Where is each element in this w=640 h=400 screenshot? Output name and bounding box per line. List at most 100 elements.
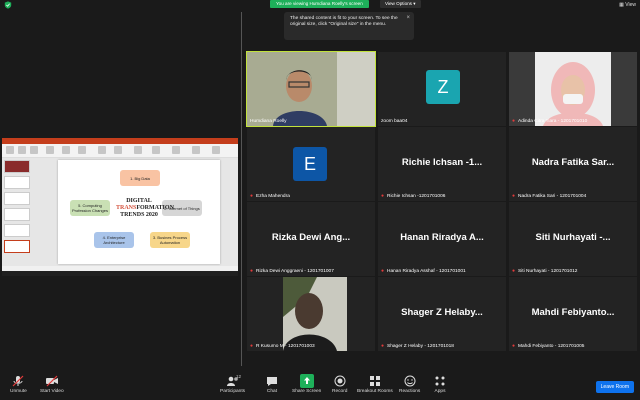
avatar: E: [293, 147, 327, 181]
chat-button[interactable]: Chat: [265, 374, 279, 394]
mic-muted-icon: ●: [512, 193, 516, 199]
apps-icon: [435, 376, 445, 386]
unmute-label: Unmute: [10, 389, 27, 394]
participant-tile[interactable]: Siti Nurhayati -... ● Siti Nurhayati - 12…: [509, 202, 637, 276]
start-video-button[interactable]: Start Video: [40, 374, 64, 394]
participant-display-name: Siti Nurhayati -...: [535, 232, 611, 243]
participant-display-name: Shager Z Helaby...: [401, 307, 483, 318]
mic-muted-icon: ●: [512, 118, 516, 124]
participant-tile[interactable]: Nadra Fatika Sar... ● Nadra Fatika Sari -…: [509, 127, 637, 201]
slide-node-5: 5. Computing Profession Changes: [70, 200, 110, 216]
ppt-workspace: 1. Big Data 2. Internet of Things 3. Bus…: [2, 158, 238, 266]
panel-divider[interactable]: [241, 12, 242, 366]
reactions-button[interactable]: Reactions: [399, 374, 420, 394]
start-video-label: Start Video: [40, 389, 64, 394]
participant-name: Humdiana Roelly: [250, 119, 287, 124]
video-feed: [247, 52, 375, 126]
participant-display-name: Mahdi Febiyanto...: [531, 307, 615, 318]
participant-display-name: Nadra Fatika Sar...: [531, 157, 615, 168]
share-screen-label: Share Screen: [292, 389, 322, 394]
shared-screen-panel[interactable]: 1. Big Data 2. Internet of Things 3. Bus…: [0, 10, 240, 368]
participant-display-name: Rizka Dewi Ang...: [271, 232, 351, 243]
meeting-toolbar: Unmute Start Video 12 Participants Chat: [0, 372, 640, 400]
mic-muted-icon: ●: [381, 193, 385, 199]
share-screen-icon: [299, 374, 314, 388]
slide-title-accent2: FORMATION: [136, 205, 174, 211]
slide-title-line1: DIGITAL: [126, 198, 152, 204]
video-feed: [247, 277, 375, 351]
record-icon: [334, 375, 346, 387]
participant-tile[interactable]: Z zoom baa04: [378, 52, 506, 126]
video-camera-off-icon: [45, 375, 58, 387]
slide-node-1: 1. Big Data: [120, 170, 160, 186]
slide-thumbnails: [4, 160, 34, 264]
powerpoint-window: 1. Big Data 2. Internet of Things 3. Bus…: [2, 138, 238, 276]
view-options-button[interactable]: View Options ▾: [380, 0, 421, 8]
participant-name: ● Rizka Dewi Anggraeni - 1201701007: [250, 268, 334, 275]
participant-tile[interactable]: ● Adinda Citra Tiara - 1201701010: [509, 52, 637, 126]
slide-title: DIGITAL TRANSFORMATION TRENDS 2020: [116, 198, 174, 219]
participant-tile[interactable]: Mahdi Febiyanto... ● Mahdi Febiyanto - 12…: [509, 277, 637, 351]
participant-tile[interactable]: Hanan Riradya A... ● Hanan Riradya Asshaf…: [378, 202, 506, 276]
breakout-rooms-label: Breakout Rooms: [357, 389, 393, 394]
participant-name: ● Siti Nurhayati - 1201701012: [512, 268, 578, 275]
participant-name: ● Hanan Riradya Asshaf - 1201701001: [381, 268, 466, 275]
mic-muted-icon: ●: [512, 268, 516, 274]
participant-name: ● Ezha Mahendra: [250, 193, 290, 200]
avatar: Z: [426, 70, 460, 104]
record-button[interactable]: Record: [332, 374, 347, 394]
participant-name: zoom baa04: [381, 119, 408, 124]
participant-name: ● Nadra Fatika Sari - 1201701004: [512, 193, 587, 200]
participant-tile[interactable]: Richie Ichsan -1... ● Richie Ichsan -1201…: [378, 127, 506, 201]
participant-tile[interactable]: Rizka Dewi Ang... ● Rizka Dewi Anggraeni …: [247, 202, 375, 276]
participants-label: Participants: [220, 389, 246, 394]
apps-label: Apps: [434, 389, 446, 394]
participant-tile[interactable]: ● R Kusumo M - 1201701003: [247, 277, 375, 351]
participants-button[interactable]: 12 Participants: [220, 374, 245, 394]
mic-muted-icon: ●: [250, 343, 254, 349]
share-screen-button[interactable]: Share Screen: [292, 374, 321, 394]
slide-node-4: 4. Enterprise Architecture: [94, 232, 134, 248]
reactions-icon: [404, 375, 416, 387]
view-button[interactable]: ▦ View: [619, 1, 636, 9]
leave-room-button[interactable]: Leave Room: [595, 381, 634, 393]
participant-tile[interactable]: E ● Ezha Mahendra: [247, 127, 375, 201]
breakout-rooms-button[interactable]: Breakout Rooms: [357, 374, 393, 394]
slide-node-3: 3. Busines Process Automation: [150, 232, 190, 248]
mic-muted-icon: ●: [250, 268, 254, 274]
participants-count: 12: [236, 374, 242, 379]
tooltip-text: The shared content is fit to your screen…: [290, 16, 398, 28]
participant-name: ● Adinda Citra Tiara - 1201701010: [512, 118, 588, 125]
participant-name: ● Richie Ichsan -1201701006: [381, 193, 446, 200]
participant-display-name: Richie Ichsan -1...: [401, 157, 483, 168]
mic-muted-icon: ●: [250, 193, 254, 199]
slide-title-line3: TRENDS 2020: [120, 212, 158, 218]
fit-screen-tooltip: The shared content is fit to your screen…: [284, 12, 414, 40]
ppt-ribbon: [2, 144, 238, 158]
sharing-indicator: You are viewing Humdiana Roelly's screen: [270, 0, 369, 8]
participant-tile[interactable]: Humdiana Roelly: [246, 51, 376, 127]
participant-display-name: Hanan Riradya A...: [400, 232, 484, 243]
shield-icon: [4, 1, 12, 9]
apps-button[interactable]: Apps: [433, 374, 447, 394]
grid-icon: ▦: [619, 2, 624, 8]
microphone-muted-icon: [12, 375, 24, 387]
current-slide: 1. Big Data 2. Internet of Things 3. Bus…: [58, 160, 220, 264]
top-bar: You are viewing Humdiana Roelly's screen…: [0, 0, 640, 10]
unmute-button[interactable]: Unmute: [10, 374, 27, 394]
breakout-rooms-icon: [369, 376, 380, 386]
participant-tile[interactable]: Shager Z Helaby... ● Shager Z Helaby - 12…: [378, 277, 506, 351]
view-label: View: [625, 2, 636, 8]
slide-title-accent: TRANS: [116, 205, 137, 211]
mic-muted-icon: ●: [512, 343, 516, 349]
windows-taskbar: [2, 271, 238, 276]
video-feed: [509, 52, 637, 126]
participant-name: ● R Kusumo M - 1201701003: [250, 343, 315, 350]
chat-label: Chat: [266, 389, 278, 394]
reactions-label: Reactions: [399, 389, 421, 394]
zoom-meeting-window: You are viewing Humdiana Roelly's screen…: [0, 0, 640, 400]
mic-muted-icon: ●: [381, 268, 385, 274]
participant-name: ● Mahdi Febiyanto - 1201701005: [512, 343, 585, 350]
record-label: Record: [332, 389, 348, 394]
close-icon[interactable]: ×: [406, 15, 410, 21]
